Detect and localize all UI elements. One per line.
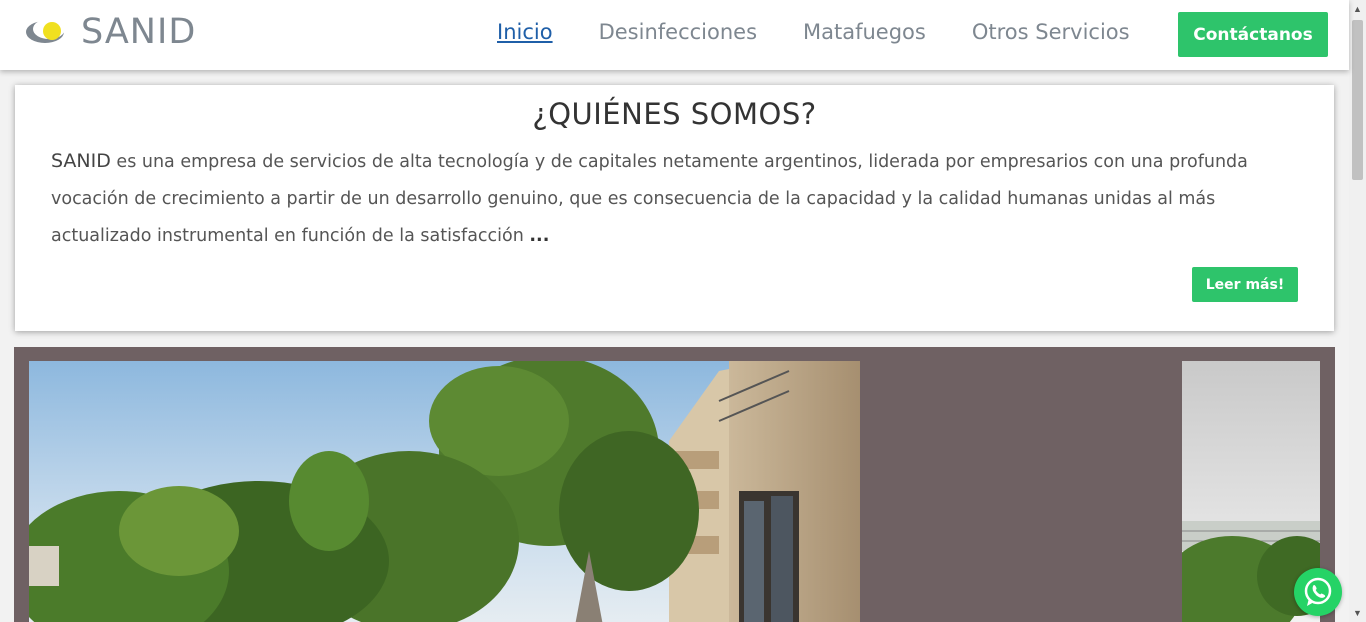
- nav-item-matafuegos[interactable]: Matafuegos: [803, 18, 926, 46]
- whatsapp-button[interactable]: [1294, 568, 1342, 616]
- scrollbar-thumb[interactable]: [1352, 20, 1363, 180]
- logo[interactable]: SANID: [25, 10, 196, 54]
- logo-icon: [25, 12, 69, 52]
- image-gallery: [14, 347, 1335, 622]
- scroll-up-arrow-icon[interactable]: ▲: [1349, 2, 1366, 16]
- about-ellipsis: ...: [529, 226, 550, 246]
- nav-item-inicio[interactable]: Inicio: [497, 18, 553, 46]
- about-company-name: SANID: [51, 150, 111, 172]
- nav-item-otros-servicios[interactable]: Otros Servicios: [972, 18, 1130, 46]
- nav-item-desinfecciones[interactable]: Desinfecciones: [599, 18, 757, 46]
- whatsapp-icon: [1304, 577, 1332, 606]
- site-header: SANID Inicio Desinfecciones Matafuegos O…: [0, 0, 1349, 70]
- contact-button[interactable]: Contáctanos: [1178, 12, 1328, 57]
- about-text: SANID es una empresa de servicios de alt…: [51, 143, 1311, 255]
- building-garden-photo[interactable]: [29, 361, 860, 622]
- main-nav: Inicio Desinfecciones Matafuegos Otros S…: [497, 18, 1176, 46]
- page-scrollbar[interactable]: ▲ ▼: [1349, 0, 1366, 622]
- about-title: ¿QUIÉNES SOMOS?: [532, 97, 817, 131]
- logo-text: SANID: [81, 12, 197, 52]
- about-description: es una empresa de servicios de alta tecn…: [51, 152, 1248, 246]
- scroll-down-arrow-icon[interactable]: ▼: [1349, 606, 1366, 620]
- about-section: ¿QUIÉNES SOMOS? SANID es una empresa de …: [15, 85, 1334, 331]
- read-more-button[interactable]: Leer más!: [1192, 267, 1298, 302]
